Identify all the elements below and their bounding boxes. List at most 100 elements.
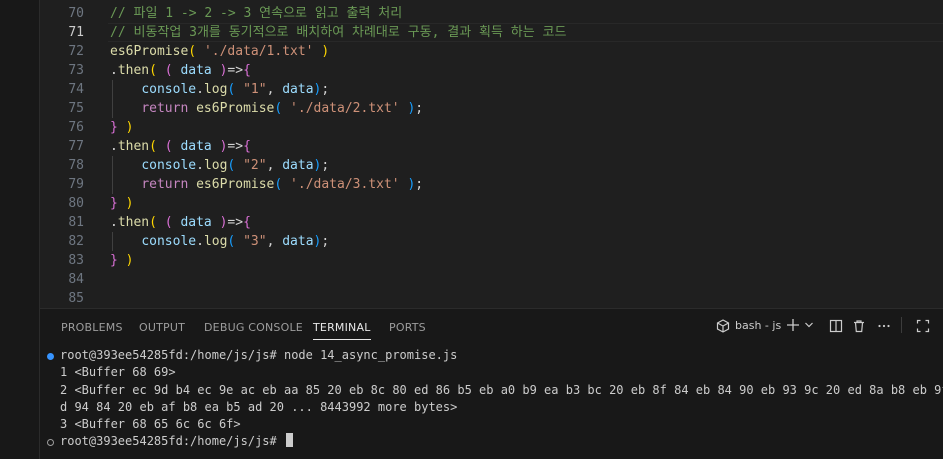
code-token: ; <box>321 158 330 173</box>
terminal-line: root@393ee54285fd:/home/js/js# node 14_a… <box>40 347 943 364</box>
code-token: ) <box>125 253 134 268</box>
terminal-text: 3 <Buffer 68 65 6c 6c 6f> <box>60 417 241 432</box>
split-icon <box>829 319 843 333</box>
code-token: , <box>266 234 283 249</box>
terminal-text: 1 <Buffer 68 69> <box>60 365 176 380</box>
code-line[interactable]: 80} ) <box>40 194 943 213</box>
code-token: ( <box>149 139 157 154</box>
terminal-line: d 94 84 20 eb af b8 ea b5 ad 20 ... 8443… <box>40 399 943 416</box>
code-token: . <box>110 63 118 78</box>
tab-ports[interactable]: PORTS <box>389 321 426 334</box>
code-token: ; <box>321 82 330 97</box>
code-text: .then( ( data )=>{ <box>110 137 251 156</box>
code-token: return <box>141 177 189 192</box>
code-token: log <box>203 234 228 249</box>
code-token: then <box>117 139 150 154</box>
terminal-cursor <box>285 433 293 448</box>
code-line[interactable]: 82 console.log( "3", data); <box>40 232 943 251</box>
more-actions-button[interactable] <box>877 319 891 333</box>
toolbar-divider <box>901 317 902 333</box>
terminal-dropdown-button[interactable] <box>804 320 814 330</box>
code-line[interactable]: 78 console.log( "2", data); <box>40 156 943 175</box>
terminal-text: 2 <Buffer ec 9d b4 ec 9e ac eb aa 85 20 … <box>60 382 943 397</box>
split-terminal-button[interactable] <box>829 319 843 333</box>
kill-terminal-button[interactable] <box>852 319 866 333</box>
code-text: return es6Promise( './data/2.txt' ); <box>110 99 423 118</box>
code-token: => <box>227 63 244 78</box>
code-token: { <box>243 63 251 78</box>
command-pending-icon[interactable] <box>47 439 54 447</box>
code-token: data <box>282 82 314 97</box>
code-token: ( <box>149 215 157 230</box>
code-token: ) <box>125 196 134 211</box>
code-line[interactable]: 73 .then( ( data )=>{ <box>40 61 943 80</box>
terminal-line: 3 <Buffer 68 65 6c 6c 6f> <box>40 416 943 433</box>
code-line[interactable]: 70 // 파일 1 -> 2 -> 3 연속으로 읽고 출력 처리 <box>40 4 943 23</box>
code-token: ) <box>321 44 330 59</box>
more-icon <box>878 324 890 328</box>
code-line[interactable]: 84 <box>40 270 943 289</box>
code-token: log <box>203 82 228 97</box>
code-line[interactable]: 72 es6Promise( './data/1.txt' ) <box>40 42 943 61</box>
code-token: ; <box>415 101 424 116</box>
command-success-icon[interactable] <box>47 353 54 360</box>
code-token: // 비동작업 3개를 동기적으로 배치하여 차례대로 구동, 결과 획득 하는… <box>110 25 567 40</box>
code-token: . <box>110 215 118 230</box>
code-text: } ) <box>110 251 133 270</box>
tab-output[interactable]: OUTPUT <box>139 321 185 334</box>
code-token: "2" <box>243 158 267 173</box>
code-token: data <box>282 158 314 173</box>
line-number: 78 <box>68 158 84 173</box>
line-number: 71 <box>68 25 84 40</box>
tab-debug-console[interactable]: DEBUG CONSOLE <box>204 321 303 334</box>
code-line[interactable]: 83} ) <box>40 251 943 270</box>
code-line[interactable]: 71 // 비동작업 3개를 동기적으로 배치하여 차례대로 구동, 결과 획득 … <box>40 23 943 42</box>
line-number: 70 <box>68 6 84 21</box>
code-token: { <box>243 139 251 154</box>
activity-bar <box>0 0 40 459</box>
code-text: console.log( "1", data); <box>110 80 329 99</box>
code-line[interactable]: 79 return es6Promise( './data/3.txt' ); <box>40 175 943 194</box>
terminal-name[interactable]: bash - js <box>735 319 781 332</box>
terminal-output[interactable]: root@393ee54285fd:/home/js/js# node 14_a… <box>40 347 943 459</box>
code-text: console.log( "3", data); <box>110 232 329 251</box>
code-token: console <box>141 158 197 173</box>
maximize-icon <box>916 319 930 333</box>
code-token: "3" <box>243 234 267 249</box>
code-token: } <box>110 120 118 135</box>
code-line[interactable]: 81 .then( ( data )=>{ <box>40 213 943 232</box>
code-token: data <box>180 139 212 154</box>
code-token: ( <box>164 63 173 78</box>
code-token: then <box>117 63 150 78</box>
code-token: // 파일 1 -> 2 -> 3 연속으로 읽고 출력 처리 <box>110 6 403 21</box>
maximize-panel-button[interactable] <box>916 319 930 333</box>
code-token: ) <box>125 120 134 135</box>
code-text: } ) <box>110 118 133 137</box>
terminal-icon <box>716 319 730 333</box>
tab-terminal[interactable]: TERMINAL <box>313 321 371 340</box>
code-line[interactable]: 75 return es6Promise( './data/2.txt' ); <box>40 99 943 118</box>
code-line[interactable]: 77 .then( ( data )=>{ <box>40 137 943 156</box>
add-terminal-button[interactable] <box>786 318 800 332</box>
code-line[interactable]: 76} ) <box>40 118 943 137</box>
code-editor[interactable]: 70 // 파일 1 -> 2 -> 3 연속으로 읽고 출력 처리 71 // 비동… <box>40 0 943 308</box>
tab-problems[interactable]: PROBLEMS <box>61 321 123 334</box>
code-token: es6Promise <box>196 177 275 192</box>
code-line[interactable]: 85 <box>40 289 943 308</box>
line-number: 82 <box>68 234 84 249</box>
code-token: => <box>227 215 244 230</box>
code-token: data <box>180 215 212 230</box>
line-number: 76 <box>68 120 84 135</box>
code-line[interactable]: 74 console.log( "1", data); <box>40 80 943 99</box>
code-token: } <box>110 253 118 268</box>
